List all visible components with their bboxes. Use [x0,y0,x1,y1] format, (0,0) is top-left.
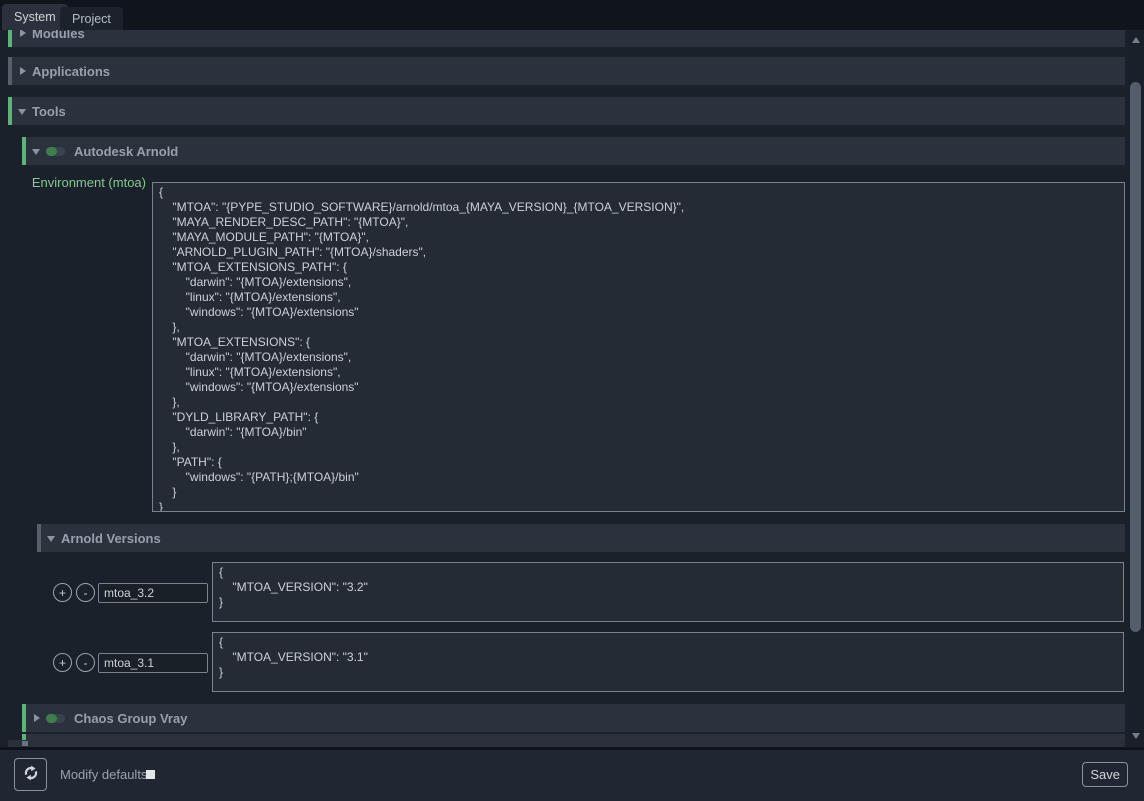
add-version-button[interactable]: + [53,653,72,672]
remove-version-button[interactable]: - [76,583,95,602]
section-label: Chaos Group Vray [74,711,187,726]
arnold-versions-accent-bar [37,524,41,552]
version-key-input[interactable] [98,653,208,673]
remove-version-button[interactable]: - [76,653,95,672]
chevron-right-icon [20,30,26,37]
version-value-editor[interactable]: { "MTOA_VERSION": "3.2" } [212,562,1124,622]
arnold-accent-bar [22,137,26,165]
modify-defaults-checkbox[interactable] [146,770,155,779]
tab-bar: System Project [0,0,1144,30]
toggle-knob [46,714,57,723]
section-header-tools[interactable]: Tools [8,97,1125,125]
scroll-up-icon[interactable] [1132,37,1140,43]
horizontal-scrollbar-thumb[interactable] [22,741,28,746]
applications-accent-bar [8,57,12,85]
chevron-down-icon [32,149,40,155]
section-label: Tools [32,104,66,119]
section-label: Arnold Versions [61,531,161,546]
refresh-icon [22,764,40,785]
settings-window: System Project Modules Applications Tool… [0,0,1144,801]
section-label: Autodesk Arnold [74,144,178,159]
settings-scroll-area: Modules Applications Tools Autodesk Arno… [0,30,1128,747]
chevron-right-icon [34,714,40,722]
vray-accent-bar [22,704,26,732]
section-header-applications[interactable]: Applications [8,57,1125,85]
modify-defaults-label: Modify defaults [60,767,147,782]
section-header-arnold-versions[interactable]: Arnold Versions [37,524,1125,552]
chevron-down-icon [47,536,55,542]
horizontal-scrollbar[interactable] [8,740,1125,747]
toggle-knob [46,147,57,156]
tab-project[interactable]: Project [60,7,123,30]
section-label: Modules [32,30,85,41]
arnold-enabled-toggle[interactable] [46,147,65,156]
environment-mtoa-label: Environment (mtoa) [8,175,146,190]
refresh-button[interactable] [14,758,47,791]
chevron-down-icon [18,109,26,115]
vray-enabled-toggle[interactable] [46,714,65,723]
version-key-input[interactable] [98,583,208,603]
section-header-chaos-group-vray[interactable]: Chaos Group Vray [22,704,1125,732]
section-label: Applications [32,64,110,79]
save-button[interactable]: Save [1082,762,1128,787]
add-version-button[interactable]: + [53,583,72,602]
scroll-down-icon[interactable] [1132,733,1140,739]
version-value-editor[interactable]: { "MTOA_VERSION": "3.1" } [212,632,1124,692]
section-header-modules[interactable]: Modules [8,30,1125,47]
environment-mtoa-editor[interactable]: { "MTOA": "{PYPE_STUDIO_SOFTWARE}/arnold… [152,182,1125,512]
vertical-scrollbar[interactable] [1128,30,1144,747]
modules-accent-bar [8,30,12,47]
section-header-autodesk-arnold[interactable]: Autodesk Arnold [22,137,1125,165]
vertical-scrollbar-thumb[interactable] [1130,82,1141,632]
tab-system[interactable]: System [2,4,68,30]
tools-accent-bar [8,97,12,125]
chevron-right-icon [20,67,26,75]
footer-bar: Modify defaults Save [0,748,1144,801]
